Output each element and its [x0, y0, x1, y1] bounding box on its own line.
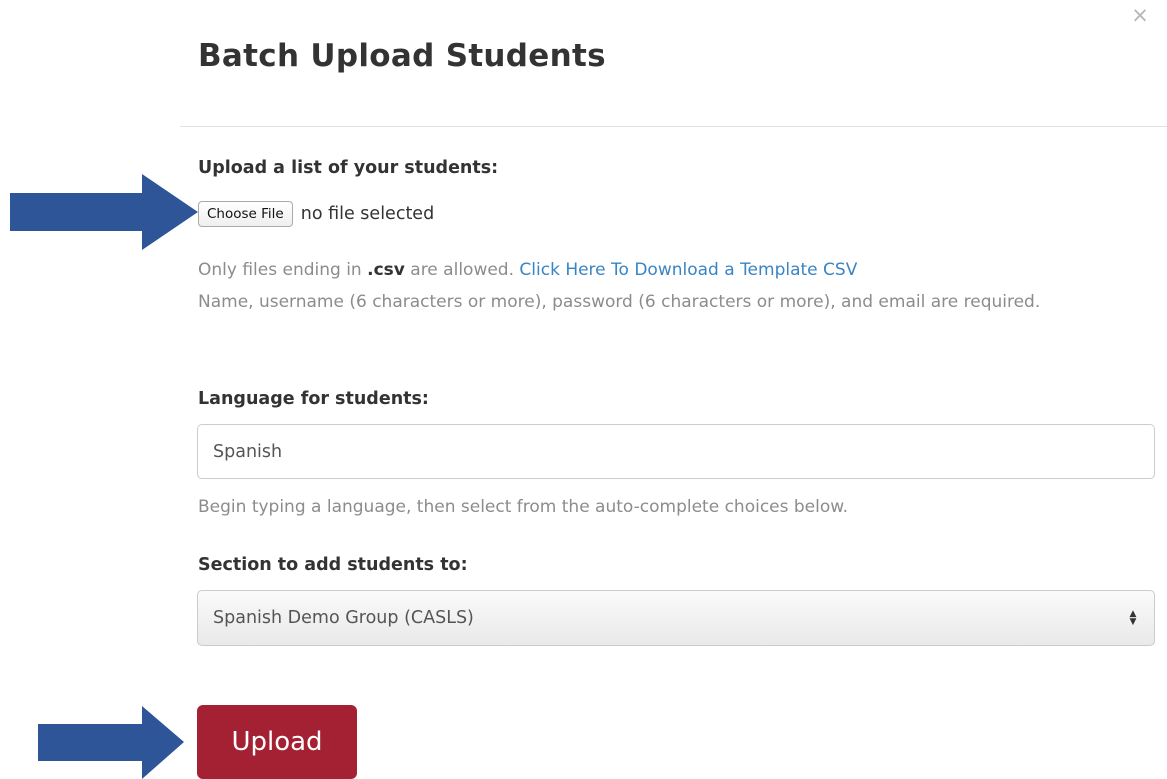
annotation-arrow-icon: [38, 706, 184, 779]
download-template-link[interactable]: Click Here To Download a Template CSV: [519, 260, 857, 280]
help-suffix: are allowed.: [404, 260, 520, 280]
help-prefix: Only files ending in: [198, 260, 368, 280]
section-select[interactable]: Spanish Demo Group (CASLS) ▲ ▼: [197, 590, 1155, 646]
select-updown-icon: ▲ ▼: [1129, 609, 1137, 627]
header-divider: [180, 126, 1167, 127]
annotation-arrow-icon: [10, 174, 198, 250]
language-label: Language for students:: [198, 389, 429, 409]
choose-file-button[interactable]: Choose File: [198, 201, 293, 227]
close-icon[interactable]: ×: [1127, 2, 1153, 28]
upload-list-label: Upload a list of your students:: [198, 158, 499, 178]
modal-title: Batch Upload Students: [198, 38, 606, 74]
language-input[interactable]: [197, 424, 1155, 479]
file-input[interactable]: Choose File no file selected: [198, 198, 434, 230]
section-selected-value: Spanish Demo Group (CASLS): [213, 608, 474, 628]
section-label: Section to add students to:: [198, 555, 468, 575]
file-status: no file selected: [300, 204, 435, 224]
upload-help-text: Only files ending in .csv are allowed. C…: [198, 254, 1148, 318]
language-help-text: Begin typing a language, then select fro…: [198, 497, 849, 517]
upload-button[interactable]: Upload: [197, 705, 357, 779]
upload-requirements: Name, username (6 characters or more), p…: [198, 292, 1041, 312]
help-extension: .csv: [367, 260, 405, 280]
